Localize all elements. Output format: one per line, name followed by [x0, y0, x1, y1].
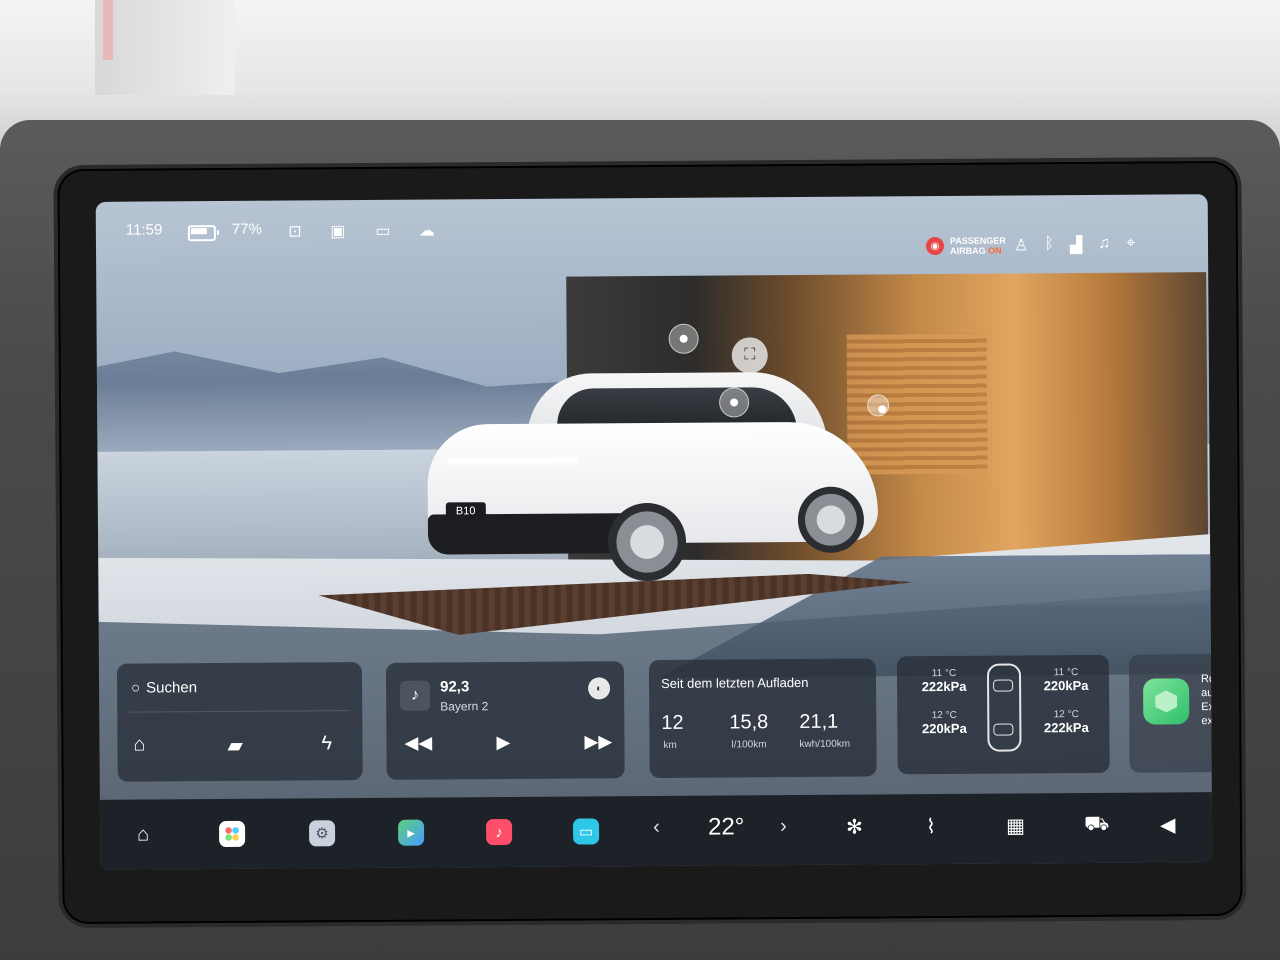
trip-stats-title: Seit dem letzten Aufladen — [661, 674, 809, 691]
app-card-line: ex — [1201, 715, 1213, 728]
tire-temp: 12 °C — [1053, 709, 1079, 721]
apps-grid-icon[interactable] — [219, 820, 246, 848]
app-card-text: Ro au Ex ex — [1201, 672, 1212, 728]
tire-pressure: 220kPa — [921, 720, 967, 737]
search-icon: ○ — [131, 679, 141, 697]
fast-forward-icon[interactable]: ▶▶ — [584, 731, 612, 752]
music-icon[interactable]: ♪ — [486, 818, 513, 846]
trip-stats-card[interactable]: Seit dem letzten Aufladen 12 km 15,8 l/1… — [648, 658, 877, 779]
seatbelt-icon: ♙ — [1013, 237, 1029, 255]
seat-control-button[interactable]: ⛶ — [731, 337, 768, 374]
infotainment-screen: B10 ⛶ 11:59 77% ⊡ ▣ ▭ ☁ ◉ PASSENGER AIRB… — [95, 194, 1213, 870]
music-note-icon: ♪ — [400, 680, 431, 711]
play-icon[interactable]: ▶ — [496, 732, 510, 753]
search-input[interactable]: ○ Suchen — [131, 679, 197, 696]
fan-icon[interactable]: ✻ — [846, 815, 863, 840]
tire-rear-left: 12 °C 220kPa — [909, 710, 979, 736]
cloud-download-icon[interactable]: ☁ — [416, 220, 438, 242]
airbag-icon: ◉ — [925, 236, 945, 256]
signal-4g-icon: ▟ — [1069, 237, 1083, 255]
temp-decrease-button[interactable]: ‹ — [653, 816, 660, 839]
location-icon[interactable]: ⌖ — [1126, 235, 1135, 255]
tire-pressure: 222kPa — [921, 678, 967, 695]
briefcase-icon[interactable]: ▰ — [227, 733, 243, 758]
distance-value: 12 — [661, 711, 684, 734]
hotspot-dot[interactable] — [668, 323, 699, 354]
hotspot-dot[interactable] — [718, 387, 750, 418]
pillar-stripe — [103, 0, 113, 60]
radio-station: Bayern 2 — [440, 699, 489, 714]
seat-heat-icon[interactable]: ⌇ — [926, 814, 936, 839]
temp-increase-button[interactable]: › — [780, 815, 787, 838]
unlock-icon[interactable]: ⊡ — [284, 220, 306, 242]
tire-front-right: 11 °C 220kPa — [1031, 667, 1101, 693]
app-card-line: au — [1201, 687, 1213, 700]
search-label: Suchen — [146, 679, 198, 697]
bottom-dock: ⌂ ⚙ ▸ ♪ ▭ ‹ 22° › ✻ ⌇ ▦ ⛟ ◀ — [99, 792, 1213, 870]
app-card-line: Ro — [1200, 673, 1213, 686]
vehicle-model[interactable]: B10 — [417, 361, 889, 594]
distance-unit: km — [663, 739, 677, 751]
maps-icon[interactable]: ▸ — [398, 819, 425, 846]
tire-rear-right: 12 °C 222kPa — [1031, 709, 1101, 735]
tire-temp: 11 °C — [931, 667, 957, 680]
tv-icon[interactable]: ▭ — [572, 818, 600, 845]
station-logo-icon: ◐ — [588, 677, 611, 700]
status-bar: 11:59 77% ⊡ ▣ ▭ ☁ ◉ PASSENGER AIRBAG ON … — [96, 194, 1208, 256]
car-model-badge: B10 — [445, 502, 486, 521]
energy-consumption-value: 21,1 — [799, 710, 839, 733]
camera-icon[interactable]: ▭ — [372, 220, 394, 242]
settings-icon[interactable]: ⚙ — [309, 820, 336, 847]
energy-consumption-unit: kwh/100km — [799, 738, 851, 750]
background-pillar — [95, 0, 235, 95]
battery-percent: 77% — [231, 220, 262, 238]
cabin-temperature[interactable]: 22° — [708, 813, 744, 841]
tire-front-left: 11 °C 222kPa — [909, 668, 979, 694]
tire-pressure: 220kPa — [1043, 677, 1089, 694]
car-front-wheel — [607, 502, 687, 582]
media-card[interactable]: ♪ 92,3 Bayern 2 ◐ ◀◀ ▶ ▶▶ — [385, 661, 625, 780]
search-divider — [129, 710, 350, 713]
fuel-consumption-unit: l/100km — [731, 739, 767, 751]
battery-icon — [187, 225, 216, 242]
home-icon[interactable]: ⌂ — [133, 734, 145, 757]
app-card[interactable]: Ro au Ex ex — [1128, 653, 1213, 773]
phone-key-icon[interactable]: ▣ — [327, 220, 349, 242]
tire-temp: 11 °C — [1053, 667, 1079, 679]
hotspot-dot[interactable] — [867, 394, 890, 417]
car-topview-icon — [986, 663, 1022, 752]
airbag-word: AIRBAG — [950, 245, 986, 256]
bell-icon[interactable]: ♫ — [1098, 235, 1110, 255]
car-rear-wheel — [797, 486, 865, 553]
car-climate-icon[interactable]: ⛟ — [1084, 813, 1109, 838]
seat-icon: ⛶ — [744, 346, 756, 364]
cube-app-icon — [1143, 678, 1190, 725]
tire-pressure: 222kPa — [1043, 719, 1089, 736]
lightning-icon[interactable]: ϟ — [321, 732, 332, 755]
passenger-airbag-indicator: ◉ PASSENGER AIRBAG ON — [925, 236, 1006, 257]
rear-defrost-icon[interactable]: ▦ — [1006, 813, 1025, 838]
clock: 11:59 — [125, 221, 163, 239]
tire-temp: 12 °C — [931, 709, 957, 722]
airbag-line2: AIRBAG ON — [950, 246, 1006, 256]
radio-frequency: 92,3 — [440, 678, 470, 696]
app-card-line: Ex — [1201, 701, 1213, 714]
bluetooth-icon[interactable]: ᛒ — [1044, 235, 1054, 255]
status-right-icons: ♙ ᛒ ▟ ♫ ⌖ — [1014, 235, 1135, 256]
tire-pressure-card[interactable]: 11 °C 222kPa 12 °C 220kPa 11 °C 220kPa 1… — [896, 654, 1110, 775]
search-card: ○ Suchen ⌂ ▰ ϟ — [116, 662, 363, 782]
fuel-consumption-value: 15,8 — [729, 711, 769, 734]
airbag-label: PASSENGER AIRBAG ON — [950, 236, 1006, 256]
home-icon[interactable]: ⌂ — [130, 821, 156, 847]
airbag-state: ON — [988, 245, 1002, 256]
rewind-icon[interactable]: ◀◀ — [404, 733, 432, 754]
airbag-line1: PASSENGER — [949, 235, 1006, 246]
volume-icon[interactable]: ◀ — [1160, 812, 1176, 837]
